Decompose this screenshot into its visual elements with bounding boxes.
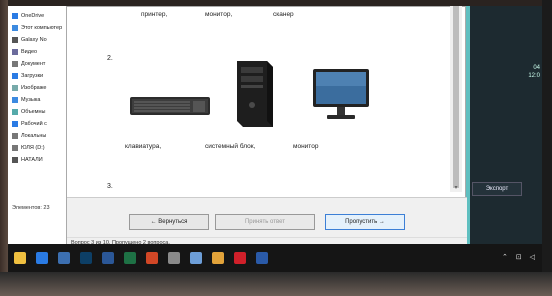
terminal-icon[interactable]	[58, 252, 70, 264]
nav-item[interactable]: ЮЛЯ (D:)	[8, 142, 67, 154]
question-content: принтер, монитор, сканер 2. клавиатура, …	[67, 7, 455, 197]
bezel-bottom	[0, 272, 552, 296]
nav-item-label: Видео	[21, 49, 38, 55]
background-window: 04 12:0	[470, 6, 542, 244]
export-button[interactable]: Экспорт	[472, 182, 522, 196]
back-button[interactable]: ← Вернуться	[129, 214, 209, 230]
nav-item[interactable]: Видео	[8, 46, 67, 58]
scroll-down-icon[interactable]: ▾	[452, 184, 460, 192]
bezel-left	[0, 0, 8, 296]
nav-item-label: Galaxy No	[21, 37, 47, 43]
question-number-3: 3.	[107, 183, 113, 190]
caption-keyboard: клавиатура,	[125, 143, 162, 150]
screen: 04 12:0 Экспорт OneDrive Этот компьютер Ga…	[0, 0, 552, 296]
button-bar: ← Вернуться Принять ответ Пропустить →	[67, 197, 467, 237]
bezel-top	[0, 0, 552, 6]
document-icon	[12, 61, 18, 67]
chrome-icon[interactable]	[212, 252, 224, 264]
system-unit-image[interactable]	[229, 57, 277, 129]
nav-item[interactable]: Документ	[8, 58, 67, 70]
opera-icon[interactable]	[234, 252, 246, 264]
nav-item-label: ЮЛЯ (D:)	[21, 145, 45, 151]
nav-item[interactable]: Локальны	[8, 130, 67, 142]
keyboard-image[interactable]	[129, 93, 211, 119]
desktop-icon	[12, 121, 18, 127]
caption-monitor-2: монитор	[293, 143, 319, 150]
paint-icon[interactable]	[190, 252, 202, 264]
taskbar: ⌃ ⊡ ◁	[8, 244, 542, 272]
drive-icon	[12, 133, 18, 139]
cube-icon	[12, 109, 18, 115]
caption-printer: принтер,	[141, 11, 168, 18]
image-icon	[12, 85, 18, 91]
caption-scanner: сканер	[273, 11, 294, 18]
phone-icon	[12, 37, 18, 43]
nav-item-label: Этот компьютер	[21, 25, 63, 31]
photoshop-icon[interactable]	[80, 252, 92, 264]
powerpoint-icon[interactable]	[146, 252, 158, 264]
nav-item-label: НАТАЛИ	[21, 157, 43, 163]
download-icon	[12, 73, 18, 79]
calculator-icon[interactable]	[168, 252, 180, 264]
usb-icon	[12, 157, 18, 163]
question-number-2: 2.	[107, 55, 113, 62]
cloud-icon	[12, 13, 18, 19]
file-explorer: OneDrive Этот компьютер Galaxy No Видео Доку…	[8, 6, 68, 244]
computer-icon	[12, 25, 18, 31]
excel-icon[interactable]	[124, 252, 136, 264]
caption-monitor: монитор,	[205, 11, 233, 18]
caption-system-unit: системный блок,	[205, 143, 256, 150]
nav-item[interactable]: Объемны	[8, 106, 67, 118]
side-clock: 04 12:0	[528, 65, 540, 79]
nav-item-label: Документ	[21, 61, 46, 67]
nav-item[interactable]: Изображе	[8, 82, 67, 94]
scroll-thumb[interactable]	[453, 6, 459, 188]
accept-answer-button[interactable]: Принять ответ	[215, 214, 315, 230]
explorer-nav-pane: OneDrive Этот компьютер Galaxy No Видео Доку…	[8, 6, 67, 166]
nav-item-label: Музыка	[21, 97, 41, 103]
help-icon[interactable]	[256, 252, 268, 264]
bezel-right	[542, 0, 552, 296]
nav-item-label: Загрузки	[21, 73, 44, 79]
nav-item-label: OneDrive	[21, 13, 45, 19]
mail-icon[interactable]	[36, 252, 48, 264]
content-scrollbar[interactable]: ▾	[450, 6, 462, 192]
nav-item[interactable]: OneDrive	[8, 10, 67, 22]
drive-icon	[12, 145, 18, 151]
nav-item[interactable]: Рабочий с	[8, 118, 67, 130]
nav-item[interactable]: Загрузки	[8, 70, 67, 82]
video-icon	[12, 49, 18, 55]
nav-item-label: Локальны	[21, 133, 47, 139]
nav-item[interactable]: Galaxy No	[8, 34, 67, 46]
explorer-icon[interactable]	[14, 252, 26, 264]
word-icon[interactable]	[102, 252, 114, 264]
explorer-status: Элементов: 23	[12, 205, 50, 211]
nav-item[interactable]: Музыка	[8, 94, 67, 106]
skip-button[interactable]: Пропустить →	[325, 214, 405, 230]
nav-item-label: Рабочий с	[21, 121, 47, 127]
nav-item[interactable]: НАТАЛИ	[8, 154, 67, 166]
nav-item-label: Объемны	[21, 109, 46, 115]
system-tray[interactable]: ⌃ ⊡ ◁	[502, 253, 538, 261]
nav-item[interactable]: Этот компьютер	[8, 22, 67, 34]
test-dialog: принтер, монитор, сканер 2. клавиатура, …	[66, 6, 467, 247]
nav-item-label: Изображе	[21, 85, 47, 91]
monitor-image[interactable]	[311, 67, 371, 125]
music-icon	[12, 97, 18, 103]
